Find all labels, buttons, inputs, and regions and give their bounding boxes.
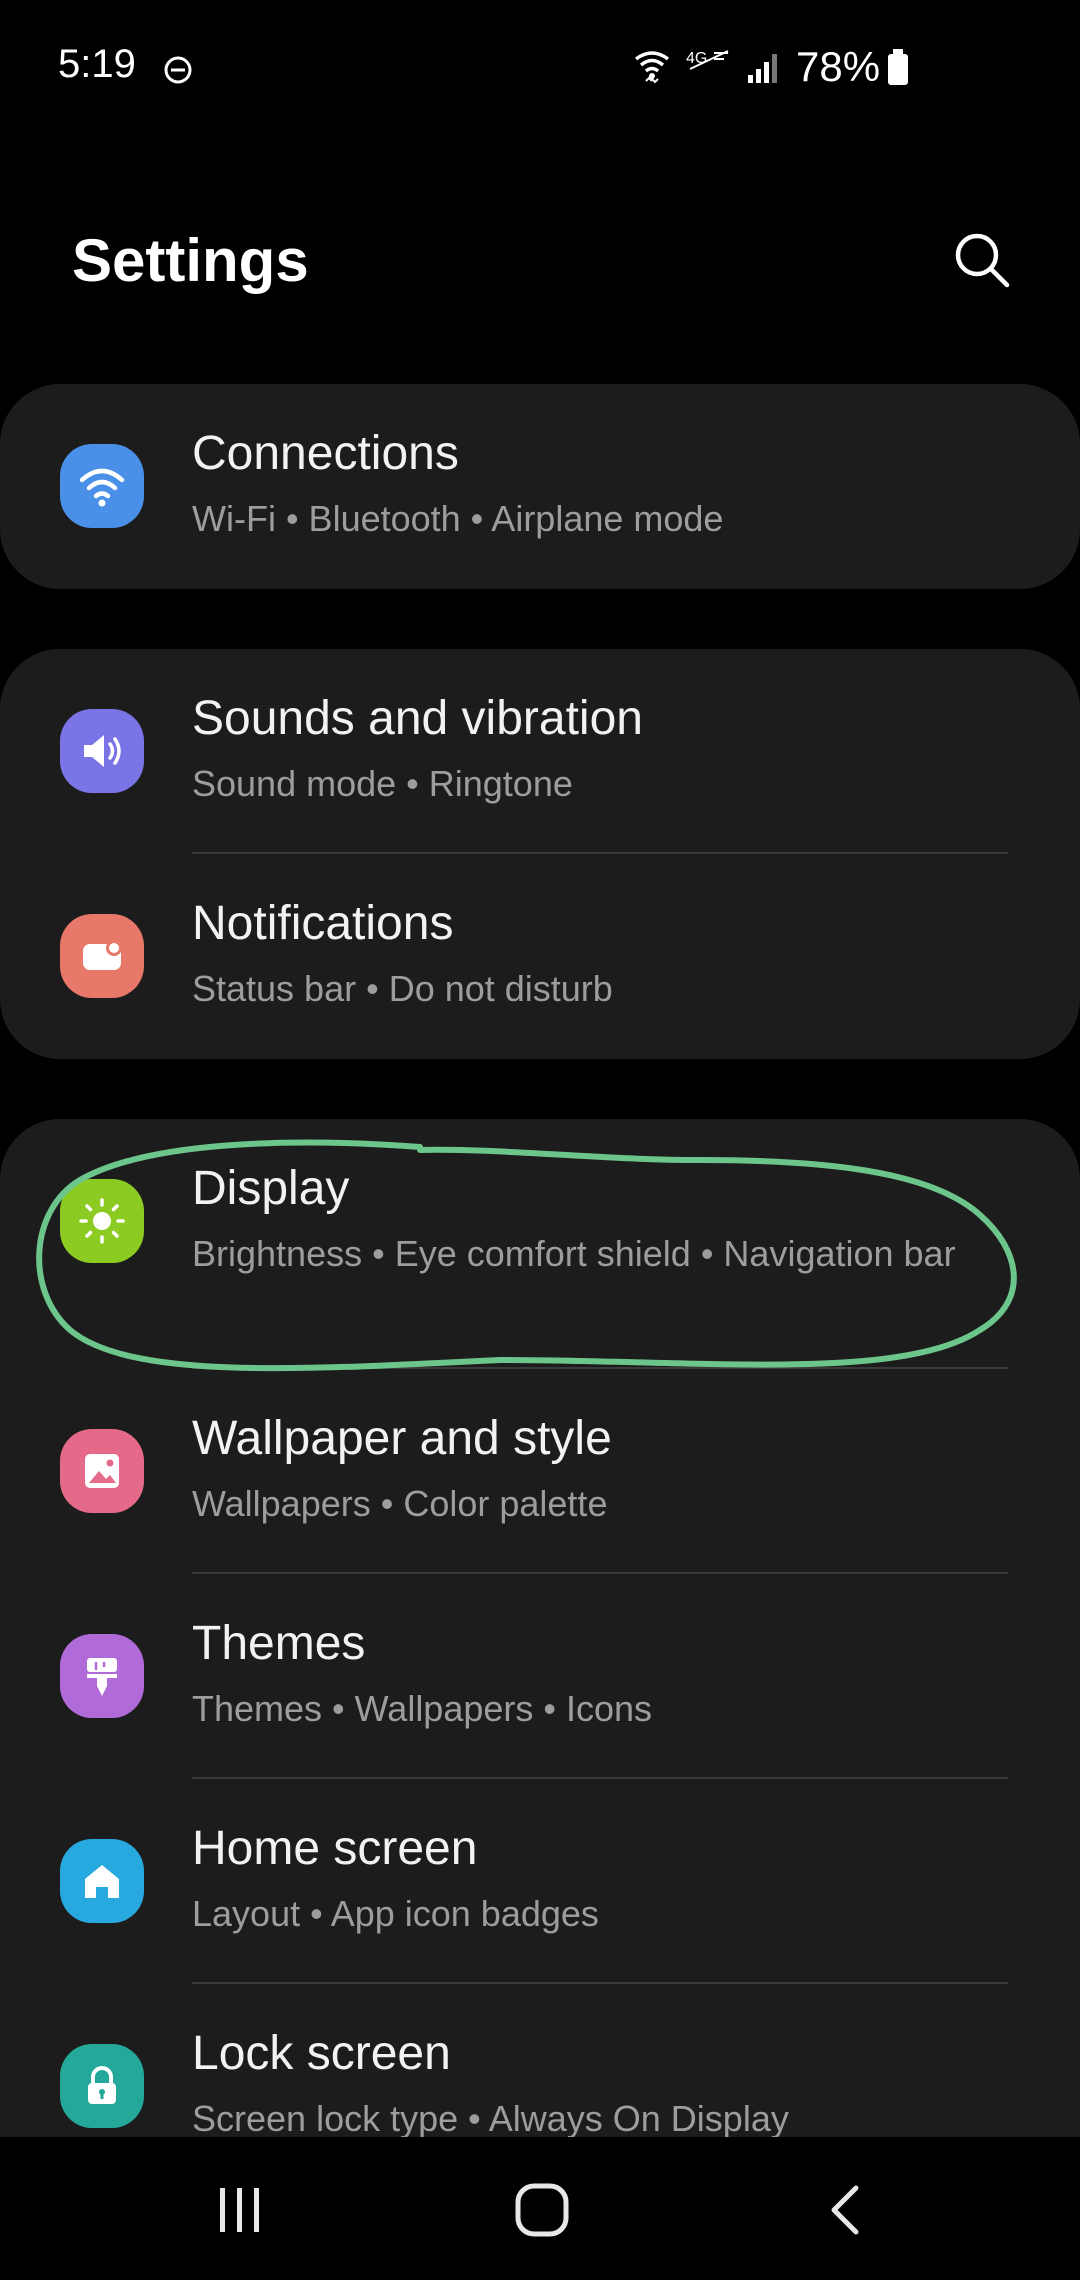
item-title: Sounds and vibration	[192, 692, 643, 745]
item-subtitle: Sound mode • Ringtone	[192, 763, 573, 804]
item-title: Themes	[192, 1617, 366, 1670]
recents-icon	[220, 2188, 259, 2232]
navigation-bar	[0, 2140, 1080, 2280]
lte-icon: 4G	[686, 50, 729, 70]
signal-icon	[748, 54, 777, 83]
status-icons: 4G 78%	[632, 43, 910, 90]
settings-item-lock-screen[interactable]: Lock screen Screen lock type • Always On…	[0, 1984, 1080, 2137]
battery-icon	[888, 49, 909, 85]
settings-item-sounds[interactable]: Sounds and vibration Sound mode • Ringto…	[0, 649, 1080, 854]
search-icon[interactable]	[950, 228, 1014, 292]
notification-icon	[60, 914, 144, 998]
home-nav-icon	[515, 2183, 569, 2237]
item-subtitle: Wi-Fi • Bluetooth • Airplane mode	[192, 498, 724, 539]
status-bar: 5:19 4G 78%	[0, 0, 1080, 140]
settings-group-display: Display Brightness • Eye comfort shield …	[0, 1119, 1080, 2137]
item-subtitle: Brightness • Eye comfort shield • Naviga…	[192, 1233, 956, 1274]
settings-item-themes[interactable]: Themes Themes • Wallpapers • Icons	[0, 1574, 1080, 1779]
status-time: 5:19	[58, 42, 136, 86]
back-button[interactable]	[756, 2140, 936, 2280]
brush-icon	[60, 1634, 144, 1718]
recents-button[interactable]	[150, 2140, 330, 2280]
settings-item-home-screen[interactable]: Home screen Layout • App icon badges	[0, 1779, 1080, 1984]
item-title: Home screen	[192, 1822, 478, 1875]
item-title: Display	[192, 1162, 350, 1215]
wifi-icon	[60, 444, 144, 528]
settings-group-sounds: Sounds and vibration Sound mode • Ringto…	[0, 649, 1080, 1059]
item-title: Connections	[192, 427, 459, 480]
item-subtitle: Status bar • Do not disturb	[192, 968, 613, 1009]
settings-item-notifications[interactable]: Notifications Status bar • Do not distur…	[0, 854, 1080, 1059]
settings-item-wallpaper[interactable]: Wallpaper and style Wallpapers • Color p…	[0, 1369, 1080, 1574]
item-title: Notifications	[192, 897, 454, 950]
item-subtitle: Screen lock type • Always On Display	[192, 2098, 789, 2137]
settings-item-display[interactable]: Display Brightness • Eye comfort shield …	[0, 1119, 1080, 1369]
battery-percent: 78%	[796, 43, 881, 90]
page-title: Settings	[72, 227, 309, 294]
item-subtitle: Wallpapers • Color palette	[192, 1483, 608, 1524]
item-title: Lock screen	[192, 2027, 451, 2080]
svg-text:4G: 4G	[686, 50, 707, 67]
lock-icon	[60, 2044, 144, 2128]
item-title: Wallpaper and style	[192, 1412, 612, 1465]
item-subtitle: Themes • Wallpapers • Icons	[192, 1688, 653, 1729]
sun-icon	[60, 1179, 144, 1263]
dnd-icon	[164, 56, 192, 84]
image-icon	[60, 1429, 144, 1513]
speaker-icon	[60, 709, 144, 793]
settings-group-connections: Connections Wi-Fi • Bluetooth • Airplane…	[0, 384, 1080, 589]
home-icon	[60, 1839, 144, 1923]
settings-item-connections[interactable]: Connections Wi-Fi • Bluetooth • Airplane…	[0, 384, 1080, 589]
wifi-icon	[634, 51, 670, 84]
item-subtitle: Layout • App icon badges	[192, 1893, 599, 1934]
home-button[interactable]	[452, 2140, 632, 2280]
back-icon	[831, 2185, 859, 2235]
